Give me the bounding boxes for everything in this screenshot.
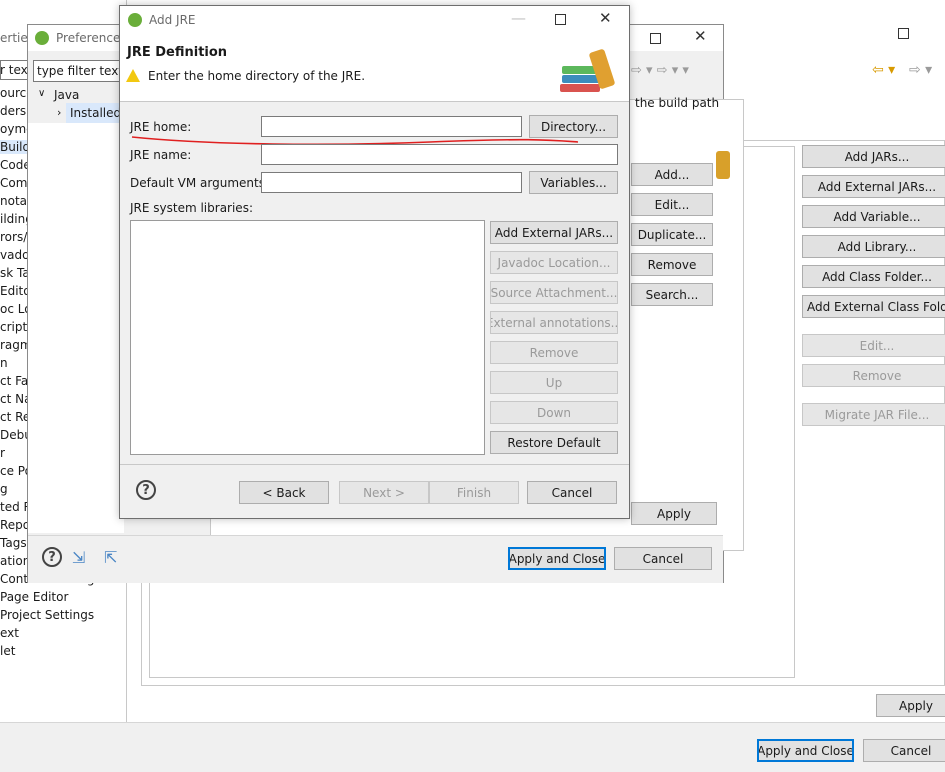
warning-icon: [126, 69, 140, 82]
jre-home-label: JRE home:: [130, 120, 192, 134]
base-tree-item[interactable]: cript: [0, 320, 27, 334]
base-tree-item[interactable]: g: [0, 482, 8, 496]
library-remove-button[interactable]: Remove: [490, 341, 618, 364]
library-up-button[interactable]: Up: [490, 371, 618, 394]
preferences-banner-icon: [716, 151, 730, 179]
jre-search-button[interactable]: Search...: [631, 283, 713, 306]
tree-item-installed[interactable]: Installed: [66, 103, 122, 123]
library-down-button[interactable]: Down: [490, 401, 618, 424]
help-icon[interactable]: ?: [42, 547, 62, 567]
jre-name-input[interactable]: [261, 144, 618, 165]
prefs-apply-close-button[interactable]: Apply and Close: [508, 547, 606, 570]
prefs-cancel-button[interactable]: Cancel: [614, 547, 712, 570]
dialog-cancel-button[interactable]: Cancel: [527, 481, 617, 504]
base-tree-item[interactable]: ext: [0, 626, 19, 640]
base-tree-item[interactable]: ation: [0, 554, 30, 568]
system-libraries-list[interactable]: [130, 220, 485, 455]
preferences-title: Preferences: [56, 31, 127, 45]
base-filter-fragment-text: r text: [0, 63, 28, 77]
add-class-folder-button[interactable]: Add Class Folder...: [802, 265, 945, 288]
build-path-text: the build path: [635, 96, 720, 110]
external-annotations-button[interactable]: External annotations...: [490, 311, 618, 334]
base-tree-item[interactable]: Build: [0, 140, 30, 154]
jre-duplicate-button[interactable]: Duplicate...: [631, 223, 713, 246]
base-nav-forward-icon[interactable]: ⇨ ▾: [909, 62, 932, 78]
base-tree-item[interactable]: Repo: [0, 518, 30, 532]
filter-placeholder: type filter text: [37, 64, 124, 78]
base-apply-button[interactable]: Apply: [876, 694, 945, 717]
base-tree-item[interactable]: sk Ta: [0, 266, 30, 280]
tree-item-java[interactable]: Java: [54, 88, 79, 102]
system-libraries-label: JRE system libraries:: [130, 201, 253, 215]
preferences-filter-input[interactable]: type filter text: [33, 60, 123, 82]
jre-edit-button[interactable]: Edit...: [631, 193, 713, 216]
add-jars-button[interactable]: Add JARs...: [802, 145, 945, 168]
base-tree-item[interactable]: Tags: [0, 536, 27, 550]
javadoc-location-button[interactable]: Javadoc Location...: [490, 251, 618, 274]
dialog-help-icon[interactable]: ?: [136, 480, 156, 500]
base-nav-back-icon[interactable]: ⇦ ▾: [872, 62, 895, 78]
base-tree-item[interactable]: Edito: [0, 284, 31, 298]
jre-name-label: JRE name:: [130, 148, 192, 162]
dialog-heading: JRE Definition: [127, 45, 228, 60]
prefs-nav-arrows-icon[interactable]: ⇨ ▾ ⇨ ▾ ▾: [631, 63, 689, 78]
tree-java-chevron-icon[interactable]: ∨: [38, 88, 45, 99]
jre-remove-button[interactable]: Remove: [631, 253, 713, 276]
dialog-header: JRE Definition Enter the home directory …: [120, 34, 629, 102]
base-edit-button[interactable]: Edit...: [802, 334, 945, 357]
base-tree-item[interactable]: Project Settings: [0, 608, 94, 622]
export-icon[interactable]: ⇱: [104, 548, 126, 568]
dialog-maximize-icon[interactable]: [555, 14, 566, 25]
tree-installed-chevron-icon[interactable]: ›: [57, 106, 61, 119]
dialog-minimize-icon[interactable]: —: [511, 11, 526, 26]
base-window-maximize-icon[interactable]: [898, 28, 909, 39]
preferences-toolbar-fragment: ⇨ ▾ ⇨ ▾ ▾: [631, 61, 721, 83]
prefs-apply-button[interactable]: Apply: [631, 502, 717, 525]
dialog-title-bar: Add JRE — ✕: [120, 6, 629, 34]
source-attachment-button[interactable]: Source Attachment...: [490, 281, 618, 304]
preferences-close-icon[interactable]: ✕: [694, 29, 707, 44]
migrate-jar-button[interactable]: Migrate JAR File...: [802, 403, 945, 426]
base-tree-item[interactable]: ct Re: [0, 410, 30, 424]
base-tree-item[interactable]: nota: [0, 194, 27, 208]
jre-add-button[interactable]: Add...: [631, 163, 713, 186]
dialog-separator: [120, 464, 629, 465]
base-remove-button[interactable]: Remove: [802, 364, 945, 387]
jre-books-icon: [560, 48, 616, 94]
add-jre-dialog: Add JRE — ✕ JRE Definition Enter the hom…: [119, 5, 630, 519]
add-external-jars-button[interactable]: Add External JARs...: [802, 175, 945, 198]
restore-default-button[interactable]: Restore Default: [490, 431, 618, 454]
base-apply-close-button[interactable]: Apply and Close: [757, 739, 854, 762]
base-tree-item[interactable]: let: [0, 644, 15, 658]
next-button[interactable]: Next >: [339, 481, 429, 504]
add-external-jars-button[interactable]: Add External JARs...: [490, 221, 618, 244]
dialog-message: Enter the home directory of the JRE.: [148, 69, 366, 83]
variables-button[interactable]: Variables...: [529, 171, 618, 194]
add-variable-button[interactable]: Add Variable...: [802, 205, 945, 228]
add-library-button[interactable]: Add Library...: [802, 235, 945, 258]
base-tree-item[interactable]: n: [0, 356, 8, 370]
preferences-maximize-icon[interactable]: [650, 33, 661, 44]
base-cancel-button[interactable]: Cancel: [863, 739, 945, 762]
tree-item-installed-label: Installed: [70, 106, 122, 120]
base-filter-fragment[interactable]: r text: [0, 60, 28, 80]
add-external-class-folder-button[interactable]: Add External Class Folder...: [802, 295, 945, 318]
finish-button[interactable]: Finish: [429, 481, 519, 504]
vm-args-label: Default VM arguments:: [130, 176, 270, 190]
base-tree-item[interactable]: r: [0, 446, 5, 460]
back-button[interactable]: < Back: [239, 481, 329, 504]
dialog-eclipse-logo-icon: [128, 13, 142, 27]
dialog-title: Add JRE: [149, 13, 196, 27]
dialog-close-icon[interactable]: ✕: [599, 11, 612, 26]
eclipse-logo-icon: [35, 31, 49, 45]
import-icon[interactable]: ⇲: [72, 548, 94, 568]
base-tree-item[interactable]: Page Editor: [0, 590, 68, 604]
vm-args-input[interactable]: [261, 172, 522, 193]
preferences-tree-pane: [28, 123, 124, 533]
base-tree-item[interactable]: ders: [0, 104, 26, 118]
